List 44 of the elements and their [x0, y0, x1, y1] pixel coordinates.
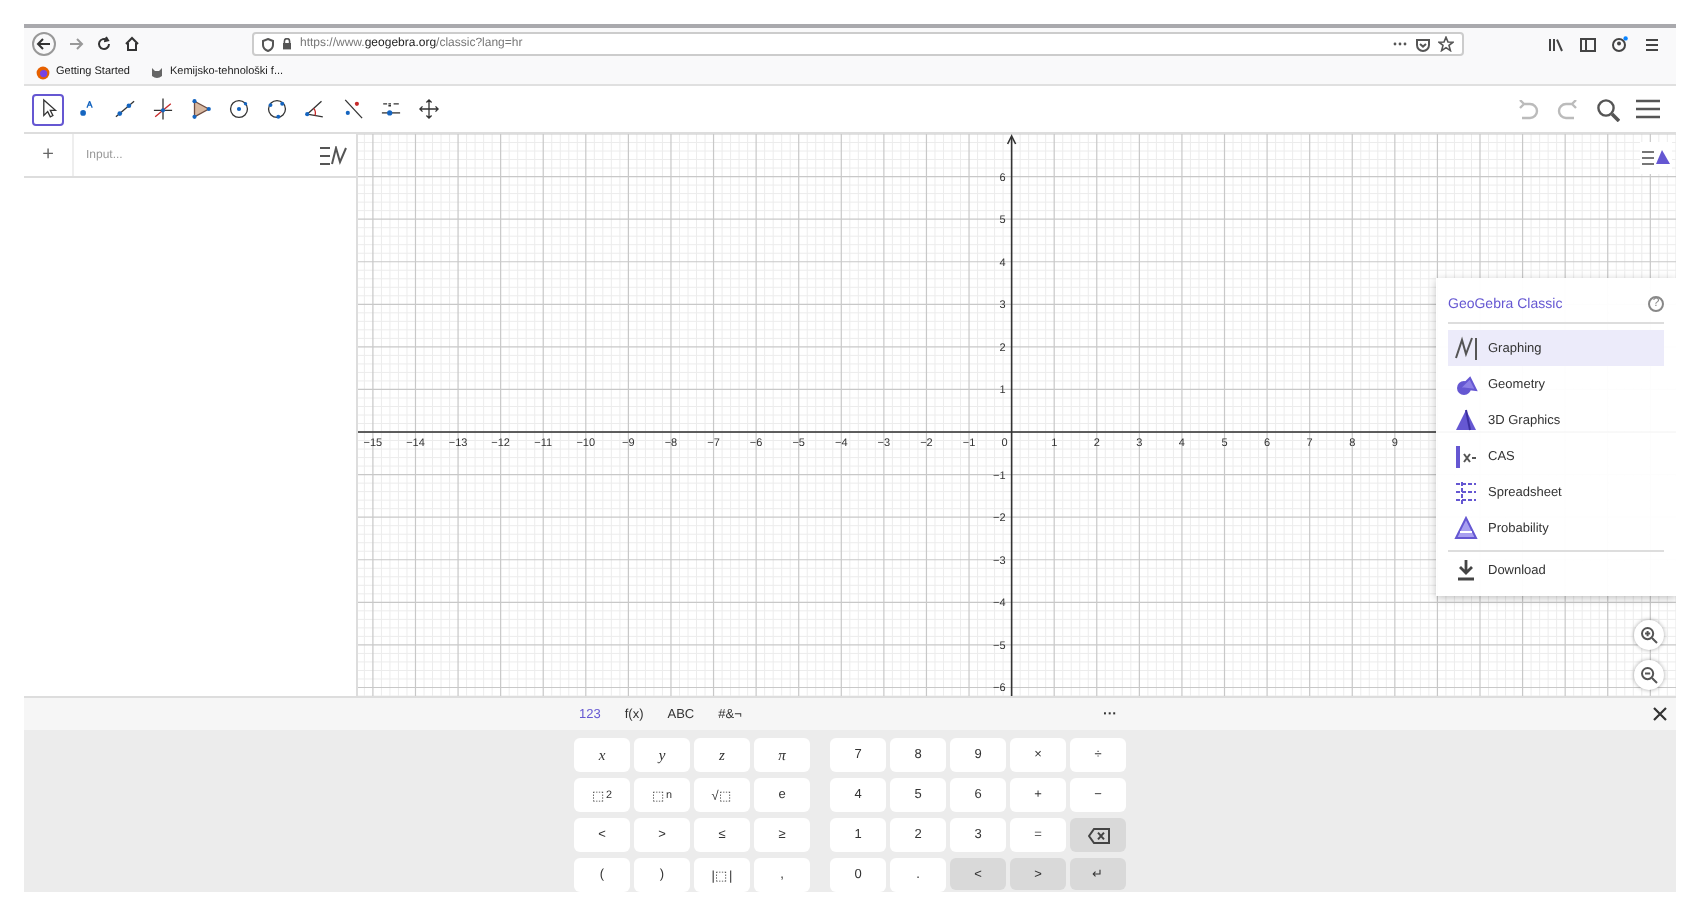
- zoom-in-button[interactable]: [1634, 620, 1664, 650]
- circle-icon: [225, 96, 251, 122]
- star-icon[interactable]: [1438, 36, 1454, 52]
- angle-icon: [301, 96, 327, 122]
- reload-icon[interactable]: [96, 36, 112, 52]
- triangle-icon: [187, 96, 213, 122]
- globe-icon: [36, 65, 50, 79]
- search-icon[interactable]: [1596, 97, 1620, 121]
- perpendicular-icon: [149, 96, 175, 122]
- menu-icon[interactable]: [1636, 98, 1660, 120]
- backspace-key[interactable]: [1070, 818, 1126, 852]
- cas-icon: [1454, 444, 1478, 468]
- reflect-icon: [339, 96, 365, 122]
- forward-icon[interactable]: [68, 36, 84, 52]
- lock-icon: [282, 38, 292, 50]
- graph-icon: [1454, 336, 1478, 360]
- zoom-out-icon: [1640, 666, 1658, 684]
- move-arrows-icon: [415, 96, 441, 122]
- pocket-icon[interactable]: [1416, 37, 1430, 51]
- menu-icon[interactable]: [1644, 37, 1660, 51]
- close-icon[interactable]: [1652, 706, 1668, 722]
- library-icon[interactable]: [1548, 37, 1564, 51]
- geometry-icon: [1454, 372, 1478, 396]
- pyramid-icon: [1454, 408, 1478, 432]
- back-icon: [36, 36, 52, 52]
- grid-icon: [1454, 480, 1478, 504]
- tool-button[interactable]: [32, 93, 64, 125]
- circle-icon: [263, 96, 289, 122]
- download-icon: [1454, 558, 1478, 582]
- line-icon: [111, 96, 137, 122]
- style-bar-icon: [1642, 148, 1670, 168]
- account-icon[interactable]: [1612, 36, 1628, 52]
- home-icon[interactable]: [124, 36, 140, 52]
- toggle-view-icon[interactable]: [320, 145, 348, 165]
- triangle-icon: [1454, 516, 1478, 540]
- zoom-in-icon: [1640, 626, 1658, 644]
- back-button[interactable]: [32, 32, 56, 56]
- backspace-icon: [1087, 827, 1109, 843]
- sidebar-icon[interactable]: [1580, 37, 1596, 51]
- add-button[interactable]: +: [24, 134, 74, 176]
- shield-icon: [262, 37, 274, 51]
- zoom-out-button[interactable]: [1634, 660, 1664, 690]
- style-bar-button[interactable]: [1640, 142, 1672, 174]
- more-icon[interactable]: [1392, 38, 1408, 50]
